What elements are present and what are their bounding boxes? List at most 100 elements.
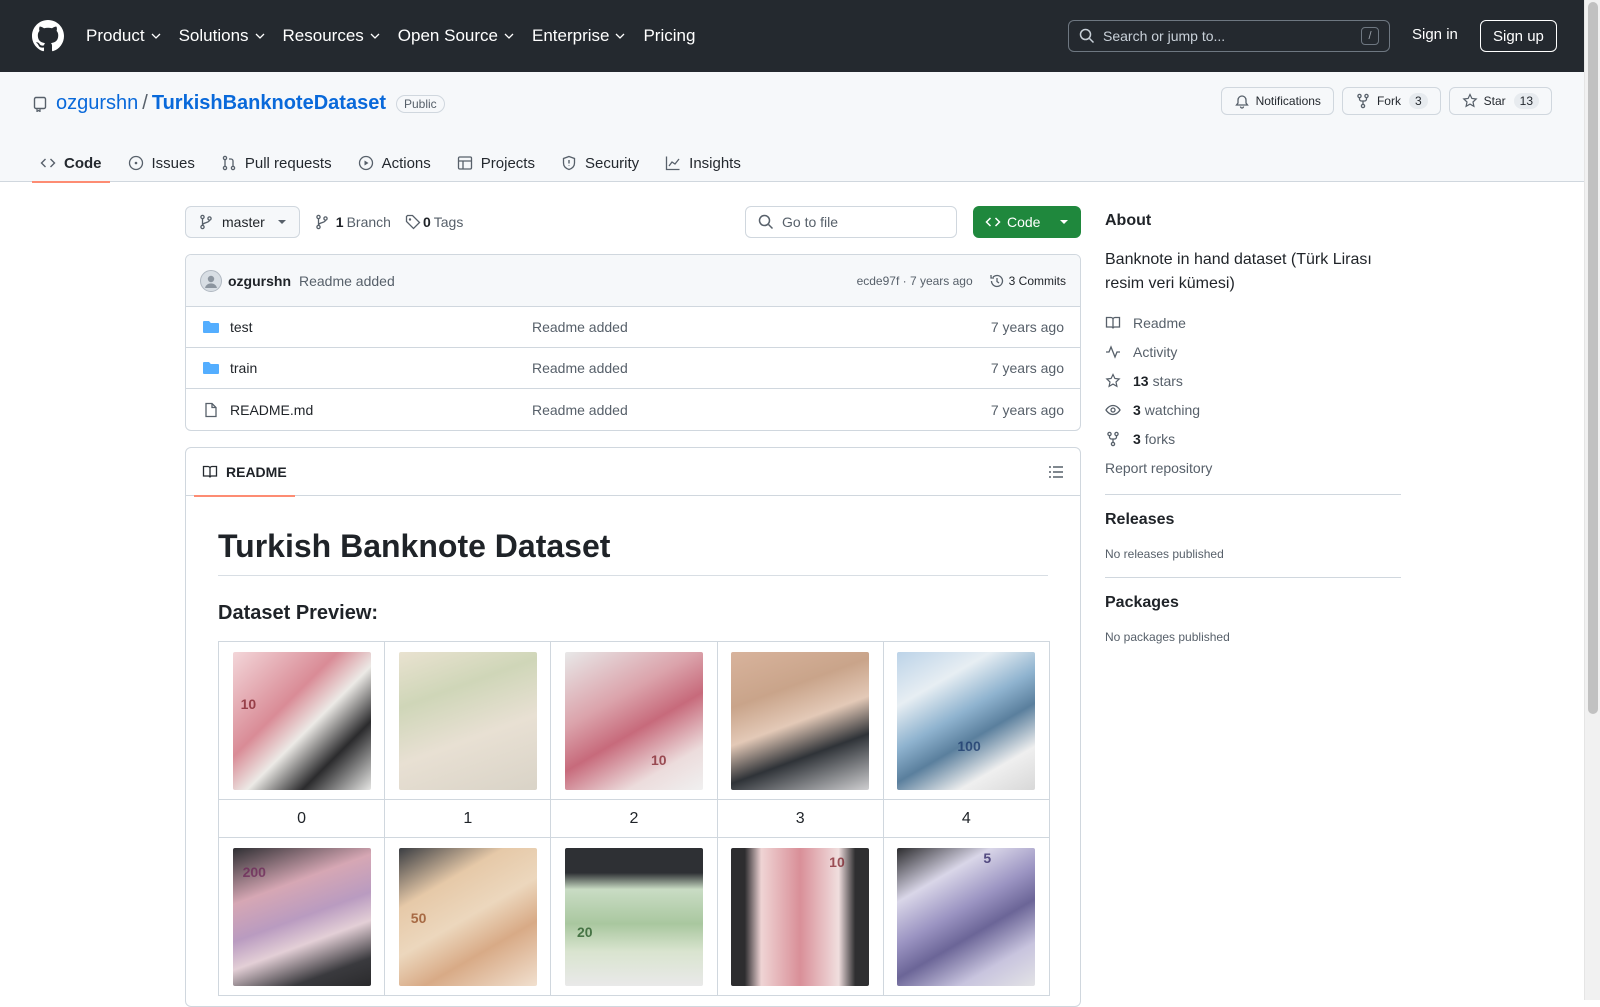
banknote-image[interactable] (731, 651, 870, 790)
banknote-value: 5 (983, 849, 992, 866)
activity-link[interactable]: Activity (1105, 337, 1401, 366)
nav-solutions[interactable]: Solutions (179, 26, 265, 46)
tab-issues[interactable]: Issues (120, 144, 203, 182)
tab-insights[interactable]: Insights (657, 144, 749, 182)
file-name-link[interactable]: README.md (230, 402, 313, 418)
image-cell (384, 641, 552, 800)
label-cell: 0 (217, 799, 386, 838)
file-row[interactable]: test Readme added 7 years ago (186, 307, 1080, 348)
tab-security[interactable]: Security (553, 144, 647, 182)
releases-heading[interactable]: Releases (1105, 511, 1401, 529)
commit-author-link[interactable]: ozgurshn (228, 273, 291, 289)
tags-link[interactable]: 0 Tags (405, 214, 463, 230)
file-row[interactable]: train Readme added 7 years ago (186, 348, 1080, 389)
banknote-image[interactable] (398, 651, 537, 790)
tab-code[interactable]: Code (32, 144, 110, 183)
packages-heading[interactable]: Packages (1105, 594, 1401, 612)
tab-projects[interactable]: Projects (449, 144, 543, 182)
report-repository-link[interactable]: Report repository (1105, 453, 1401, 482)
chevron-down-icon (616, 33, 625, 39)
commit-message-link[interactable]: Readme added (299, 273, 395, 289)
code-dropdown-button[interactable]: Code (973, 206, 1081, 238)
star-icon (1462, 93, 1478, 108)
list-icon[interactable] (1048, 464, 1064, 480)
nav-product[interactable]: Product (86, 26, 161, 46)
stars-link[interactable]: 13 stars (1105, 366, 1401, 395)
main-content: master 1 Branch 0 Tags Go to file Code o… (185, 206, 1081, 1007)
nav-open-source[interactable]: Open Source (398, 26, 514, 46)
bell-icon (1234, 95, 1249, 109)
avatar[interactable] (200, 269, 222, 292)
book-icon (1105, 316, 1121, 329)
file-commit-message[interactable]: Readme added (532, 402, 991, 418)
banknote-value: 10 (829, 853, 845, 870)
nav-solutions-label: Solutions (178, 26, 249, 45)
table-row: 200 50 20 10 5 (217, 837, 1051, 996)
nav-resources[interactable]: Resources (283, 26, 380, 46)
github-logo-icon[interactable] (32, 20, 64, 52)
label-cell: 3 (716, 799, 884, 838)
sign-in-link[interactable]: Sign in (1412, 26, 1458, 43)
file-commit-message[interactable]: Readme added (532, 319, 991, 335)
readme-link[interactable]: Readme (1105, 308, 1401, 337)
repo-separator: / (142, 92, 148, 114)
banknote-image[interactable]: 10 (564, 651, 703, 790)
branch-icon (200, 214, 212, 230)
activity-link-label: Activity (1133, 343, 1178, 360)
forks-link[interactable]: 3 forks (1105, 424, 1401, 453)
readme-tab[interactable]: README (194, 448, 295, 497)
banknote-image[interactable]: 100 (897, 651, 1036, 790)
pulse-icon (1106, 344, 1120, 359)
page-scrollbar[interactable] (1584, 0, 1600, 1000)
banknote-image[interactable]: 10 (232, 651, 371, 790)
repo-owner-link[interactable]: ozgurshn (56, 92, 138, 115)
file-icon (205, 402, 217, 417)
tab-pull-requests[interactable]: Pull requests (213, 144, 340, 182)
banknote-image[interactable]: 20 (564, 847, 703, 986)
scrollbar-thumb[interactable] (1588, 2, 1598, 714)
star-button[interactable]: Star 13 (1448, 87, 1552, 115)
repo-name-link[interactable]: TurkishBanknoteDataset (152, 92, 386, 115)
file-age: 7 years ago (990, 401, 1064, 418)
watching-link[interactable]: 3 watching (1105, 395, 1401, 424)
nav-pricing[interactable]: Pricing (643, 26, 695, 46)
branches-link[interactable]: 1 Branch (314, 214, 391, 230)
search-input[interactable]: Search or jump to... / (1068, 20, 1390, 52)
sidebar-divider (1105, 577, 1401, 578)
file-commit-message[interactable]: Readme added (532, 360, 991, 376)
banknote-image[interactable]: 10 (731, 847, 870, 986)
releases-empty-text: No releases published (1105, 547, 1224, 561)
banknote-value: 50 (410, 909, 427, 926)
file-name-cell: test (202, 319, 532, 335)
shield-icon (562, 155, 576, 171)
banknote-image[interactable]: 5 (897, 847, 1036, 986)
fork-icon (1357, 93, 1369, 109)
folder-icon (203, 321, 219, 333)
notifications-button[interactable]: Notifications (1220, 87, 1334, 115)
sign-up-button[interactable]: Sign up (1480, 20, 1557, 52)
tab-actions[interactable]: Actions (350, 144, 439, 182)
star-count: 13 (1513, 93, 1539, 109)
table-row: 10 10 100 (217, 641, 1051, 800)
branch-select-button[interactable]: master (185, 206, 300, 238)
file-name-link[interactable]: test (230, 319, 253, 335)
readme-subtitle: Dataset Preview: (218, 602, 379, 624)
go-to-file-input[interactable]: Go to file (745, 206, 957, 238)
go-to-file-placeholder: Go to file (782, 214, 839, 230)
fork-button[interactable]: Fork 3 (1341, 87, 1441, 115)
packages-empty-text: No packages published (1105, 630, 1230, 644)
banknote-image[interactable]: 50 (398, 847, 537, 986)
forks-count: 3 (1133, 430, 1141, 447)
commits-history-link[interactable]: 3 Commits (989, 273, 1066, 289)
code-icon (40, 158, 56, 168)
file-name-link[interactable]: train (230, 360, 257, 376)
file-row[interactable]: README.md Readme added 7 years ago (186, 389, 1080, 430)
star-label: Star (1483, 94, 1506, 108)
banknote-value: 200 (242, 863, 266, 880)
banknote-image[interactable]: 200 (232, 847, 371, 986)
banknote-value: 20 (576, 923, 593, 940)
commit-meta[interactable]: ecde97f · 7 years ago (857, 274, 973, 288)
nav-enterprise[interactable]: Enterprise (532, 26, 625, 46)
nav-product-label: Product (86, 26, 145, 45)
history-icon (990, 274, 1003, 287)
